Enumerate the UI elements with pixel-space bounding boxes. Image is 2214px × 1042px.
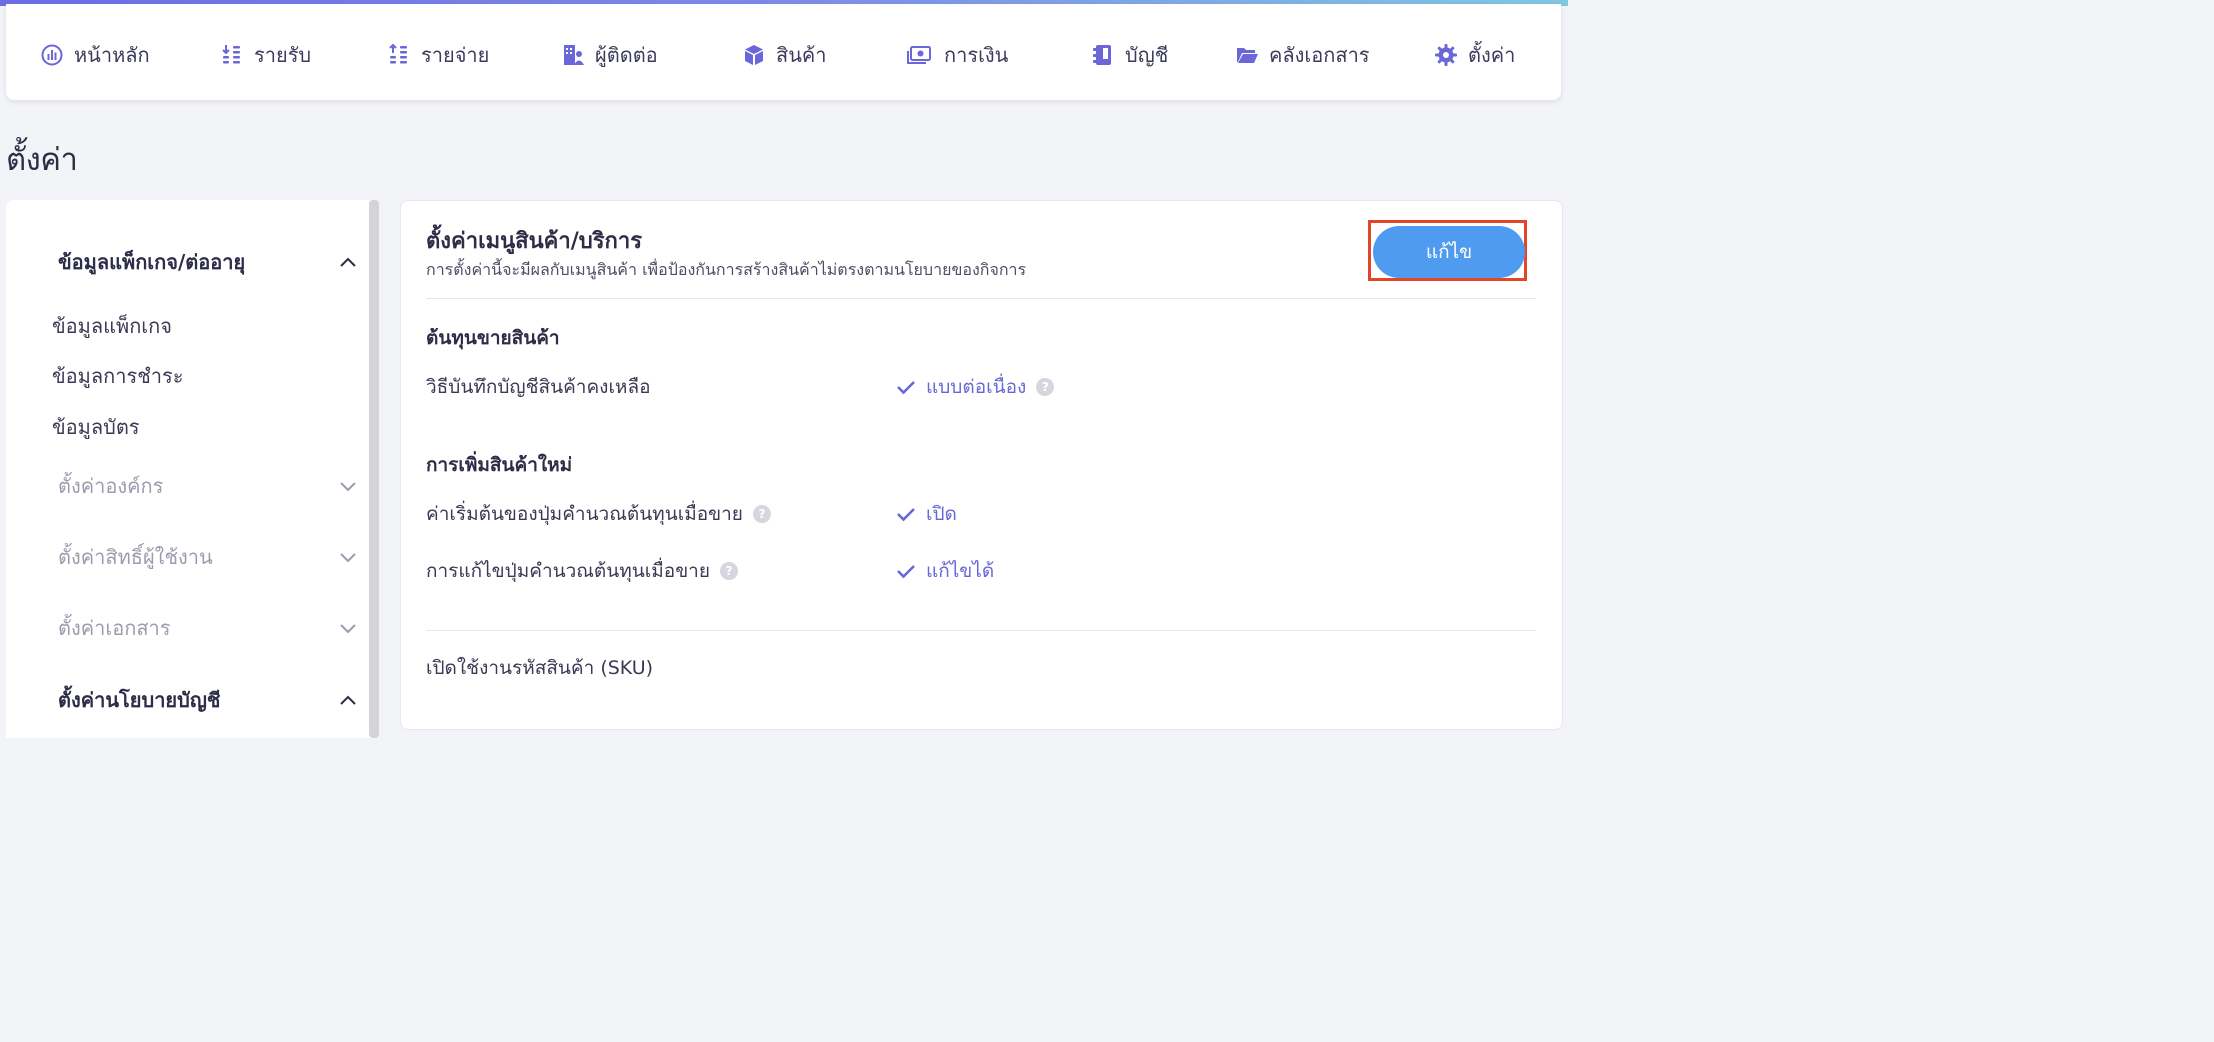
- nav-label-settings: ตั้งค่า: [1468, 43, 1516, 67]
- row-label-text: วิธีบันทึกบัญชีสินค้าคงเหลือ: [426, 376, 651, 398]
- panel-description: การตั้งค่านี้จะมีผลกับเมนูสินค้า เพื่อป้…: [426, 260, 1027, 279]
- sidebar-section-label: ตั้งค่าองค์กร: [58, 474, 164, 498]
- page-title: ตั้งค่า: [6, 142, 78, 178]
- sidebar-section-label: ตั้งค่าเอกสาร: [58, 616, 171, 640]
- product-box-icon: [745, 45, 763, 65]
- check-icon: [897, 508, 915, 522]
- sidebar-section-package[interactable]: ข้อมูลแพ็กเกจ/ต่ออายุ: [58, 246, 358, 278]
- sku-setting-label: เปิดใช้งานรหัสสินค้า (SKU): [426, 657, 654, 679]
- sidebar-scrollbar[interactable]: [369, 200, 379, 738]
- row-value-default-cost-calc: เปิด: [896, 499, 957, 529]
- divider: [426, 298, 1536, 299]
- row-value-text: เปิด: [926, 503, 957, 525]
- nav-item-finance[interactable]: การเงิน: [904, 40, 1008, 70]
- nav-item-contacts[interactable]: ผู้ติดต่อ: [561, 40, 658, 70]
- product-menu-settings-panel: ตั้งค่าเมนูสินค้า/บริการ การตั้งค่านี้จะ…: [400, 200, 1563, 730]
- sidebar-section-user-permissions[interactable]: ตั้งค่าสิทธิ์ผู้ใช้งาน: [58, 541, 358, 573]
- row-label-text: การแก้ไขปุ่มคำนวณต้นทุนเมื่อขาย: [426, 560, 710, 582]
- main-navbar: หน้าหลัก รายรับ รายจ่าย ผู้ติดต่อ สินค้า…: [6, 4, 1561, 100]
- nav-label-finance: การเงิน: [944, 43, 1009, 67]
- chevron-down-icon: [340, 482, 356, 492]
- row-value-edit-cost-calc: แก้ไขได้: [896, 556, 994, 586]
- chevron-down-icon: [340, 624, 356, 634]
- sidebar-section-documents[interactable]: ตั้งค่าเอกสาร: [58, 612, 358, 644]
- chevron-up-icon: [340, 257, 356, 267]
- chevron-up-icon: [340, 695, 356, 705]
- expense-icon: [389, 43, 407, 64]
- row-label-default-cost-calc: ค่าเริ่มต้นของปุ่มคำนวณต้นทุนเมื่อขาย ?: [426, 499, 771, 529]
- accounting-book-icon: [1093, 45, 1111, 65]
- check-icon: [897, 381, 915, 395]
- row-label-text: ค่าเริ่มต้นของปุ่มคำนวณต้นทุนเมื่อขาย: [426, 503, 743, 525]
- row-value-text: แก้ไขได้: [926, 560, 995, 582]
- dashboard-icon: [41, 44, 63, 66]
- nav-label-products: สินค้า: [776, 43, 827, 67]
- panel-title: ตั้งค่าเมนูสินค้า/บริการ: [426, 229, 643, 254]
- sidebar-section-accounting-policy[interactable]: ตั้งค่านโยบายบัญชี: [58, 684, 358, 716]
- row-label-edit-cost-calc: การแก้ไขปุ่มคำนวณต้นทุนเมื่อขาย ?: [426, 556, 738, 586]
- sidebar-item-payment-info[interactable]: ข้อมูลการชำระ: [52, 360, 184, 392]
- nav-item-accounting[interactable]: บัญชี: [1091, 40, 1168, 70]
- sidebar-section-organization[interactable]: ตั้งค่าองค์กร: [58, 470, 358, 502]
- money-icon: [907, 46, 931, 64]
- nav-label-income: รายรับ: [254, 43, 312, 67]
- settings-sidebar: ข้อมูลแพ็กเกจ/ต่ออายุ ข้อมูลแพ็กเกจ ข้อม…: [6, 200, 376, 738]
- nav-label-expense: รายจ่าย: [421, 43, 490, 67]
- nav-label-contacts: ผู้ติดต่อ: [595, 43, 658, 67]
- nav-label-accounting: บัญชี: [1125, 43, 1169, 67]
- sidebar-section-label: ตั้งค่านโยบายบัญชี: [58, 688, 221, 712]
- nav-item-products[interactable]: สินค้า: [742, 40, 827, 70]
- contacts-icon: [564, 45, 584, 65]
- nav-item-income[interactable]: รายรับ: [220, 40, 311, 70]
- sidebar-section-label: ตั้งค่าสิทธิ์ผู้ใช้งาน: [58, 545, 213, 569]
- gear-icon: [1435, 44, 1457, 66]
- sidebar-item-card-info[interactable]: ข้อมูลบัตร: [52, 411, 140, 443]
- row-value-inventory-method: แบบต่อเนื่อง ?: [896, 372, 1055, 402]
- row-value-text: แบบต่อเนื่อง: [926, 376, 1027, 398]
- sidebar-item-package-info[interactable]: ข้อมูลแพ็กเกจ: [52, 310, 172, 342]
- row-label-inventory-method: วิธีบันทึกบัญชีสินค้าคงเหลือ: [426, 372, 651, 402]
- income-icon: [222, 45, 240, 64]
- chevron-down-icon: [340, 553, 356, 563]
- group-title-new-product: การเพิ่มสินค้าใหม่: [426, 454, 573, 476]
- folder-icon: [1237, 48, 1258, 63]
- divider: [426, 630, 1536, 631]
- help-icon[interactable]: ?: [719, 562, 738, 580]
- nav-item-home[interactable]: หน้าหลัก: [40, 40, 150, 70]
- nav-item-documents[interactable]: คลังเอกสาร: [1235, 40, 1370, 70]
- nav-label-documents: คลังเอกสาร: [1269, 43, 1370, 67]
- nav-item-settings[interactable]: ตั้งค่า: [1434, 40, 1515, 70]
- sidebar-section-label: ข้อมูลแพ็กเกจ/ต่ออายุ: [58, 250, 246, 274]
- check-icon: [897, 565, 915, 579]
- nav-item-expense[interactable]: รายจ่าย: [387, 40, 489, 70]
- nav-label-home: หน้าหลัก: [74, 43, 150, 67]
- edit-button[interactable]: แก้ไข: [1373, 226, 1525, 278]
- help-icon[interactable]: ?: [752, 505, 771, 523]
- help-icon[interactable]: ?: [1036, 378, 1055, 396]
- group-title-cost-of-sales: ต้นทุนขายสินค้า: [426, 327, 560, 349]
